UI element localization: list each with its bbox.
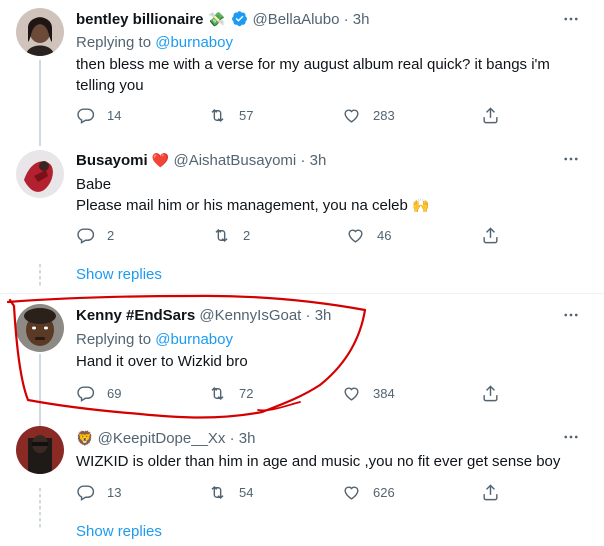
more-icon[interactable] [562, 428, 580, 446]
reply-button[interactable]: 14 [76, 106, 121, 125]
like-count: 384 [373, 386, 395, 401]
retweet-count: 57 [239, 108, 254, 123]
reply-count: 69 [107, 386, 122, 401]
reply-icon [77, 485, 95, 501]
replying-to-line: Replying to @burnaboy [76, 33, 233, 53]
separator: · [343, 11, 349, 28]
display-name[interactable]: bentley billionaire [76, 11, 204, 28]
reply-count: 13 [107, 485, 122, 500]
replying-to-line: Replying to @burnaboy [76, 330, 233, 350]
action-bar: 13 54 626 [76, 483, 506, 503]
reply-icon [77, 386, 95, 402]
like-icon [344, 109, 359, 123]
more-icon[interactable] [562, 150, 580, 168]
share-button[interactable] [481, 106, 512, 125]
timestamp[interactable]: 3h [310, 152, 327, 169]
verified-badge-icon [231, 10, 248, 33]
timestamp[interactable]: 3h [239, 430, 256, 447]
user-handle[interactable]: @KeepitDope__Xx [98, 430, 226, 447]
like-button[interactable]: 384 [342, 384, 395, 403]
avatar[interactable] [16, 426, 64, 474]
show-replies-link[interactable]: Show replies [76, 523, 162, 540]
replying-to-link[interactable]: @burnaboy [155, 34, 233, 51]
retweet-button[interactable]: 72 [208, 384, 253, 403]
timestamp[interactable]: 3h [353, 11, 370, 28]
user-handle[interactable]: @AishatBusayomi [173, 152, 296, 169]
show-replies-link[interactable]: Show replies [76, 266, 162, 283]
tweet-text-line2: Please mail him or his management, you n… [76, 197, 408, 214]
separator: · [300, 152, 306, 169]
separator: · [305, 307, 311, 324]
retweet-icon [211, 386, 224, 401]
retweet-count: 72 [239, 386, 254, 401]
retweet-icon [211, 108, 224, 123]
share-icon [483, 385, 498, 402]
reply-icon [77, 108, 95, 124]
retweet-button[interactable]: 2 [212, 226, 250, 245]
reply-count: 2 [107, 228, 115, 243]
tweet-text-line: Babe [76, 176, 112, 193]
retweet-count: 54 [239, 485, 254, 500]
lion-emoji: 🦁 [76, 430, 94, 446]
like-icon [344, 387, 359, 401]
reply-button[interactable]: 13 [76, 483, 121, 502]
tweet-aishatbusayomi[interactable]: Busayomi ❤️ @AishatBusayomi · 3h Babe Pl… [0, 138, 604, 295]
share-button[interactable] [481, 384, 512, 403]
action-bar: 14 57 283 [76, 106, 506, 126]
share-icon [483, 484, 498, 501]
heart-emoji: ❤️ [151, 152, 170, 168]
like-button[interactable]: 283 [342, 106, 395, 125]
share-icon [483, 107, 498, 124]
like-count: 626 [373, 485, 395, 500]
like-count: 283 [373, 108, 395, 123]
tweet-text: WIZKID is older than him in age and musi… [76, 453, 561, 470]
reply-button[interactable]: 2 [76, 226, 114, 245]
tweet-text: Hand it over to Wizkid bro [76, 353, 248, 370]
action-bar: 69 72 384 [76, 384, 506, 404]
tweet-text: then bless me with a verse for my august… [76, 56, 550, 94]
replying-prefix: Replying to [76, 331, 152, 348]
money-emoji: 💸 [207, 11, 226, 27]
retweet-icon [215, 228, 228, 243]
timestamp[interactable]: 3h [315, 307, 332, 324]
share-button[interactable] [481, 226, 512, 245]
display-name[interactable]: Kenny #EndSars [76, 307, 195, 324]
avatar[interactable] [16, 8, 64, 56]
like-button[interactable]: 626 [342, 483, 395, 502]
tweet-kennyisgoat[interactable]: Kenny #EndSars @KennyIsGoat · 3h Replyin… [0, 294, 604, 420]
user-handle[interactable]: @KennyIsGoat [199, 307, 301, 324]
display-name[interactable]: Busayomi [76, 152, 148, 169]
reply-count: 14 [107, 108, 122, 123]
tweet-bellaalubo[interactable]: bentley billionaire 💸 @BellaAlubo · 3h R… [0, 0, 604, 140]
replying-to-link[interactable]: @burnaboy [155, 331, 233, 348]
retweet-count: 2 [243, 228, 251, 243]
tweet-text: Babe Please mail him or his management, … [76, 174, 576, 216]
retweet-icon [211, 485, 224, 500]
like-count: 46 [377, 228, 392, 243]
like-icon [344, 486, 359, 500]
replying-prefix: Replying to [76, 34, 152, 51]
reply-icon [77, 228, 95, 244]
more-icon[interactable] [562, 306, 580, 324]
like-icon [348, 229, 363, 243]
tweet-text-line: Please mail him or his management, you n… [76, 195, 576, 216]
more-icon[interactable] [562, 10, 580, 28]
avatar[interactable] [16, 304, 64, 352]
action-bar: 2 2 46 [76, 226, 506, 246]
retweet-button[interactable]: 54 [208, 483, 253, 502]
separator: · [229, 430, 235, 447]
like-button[interactable]: 46 [346, 226, 391, 245]
raised-hands-emoji: 🙌 [412, 197, 430, 213]
user-handle[interactable]: @BellaAlubo [252, 11, 339, 28]
retweet-button[interactable]: 57 [208, 106, 253, 125]
tweet-keepitdope[interactable]: 🦁 @KeepitDope__Xx · 3h WIZKID is older t… [0, 418, 604, 546]
reply-button[interactable]: 69 [76, 384, 121, 403]
avatar[interactable] [16, 150, 64, 198]
share-button[interactable] [481, 483, 512, 502]
share-icon [483, 227, 498, 244]
